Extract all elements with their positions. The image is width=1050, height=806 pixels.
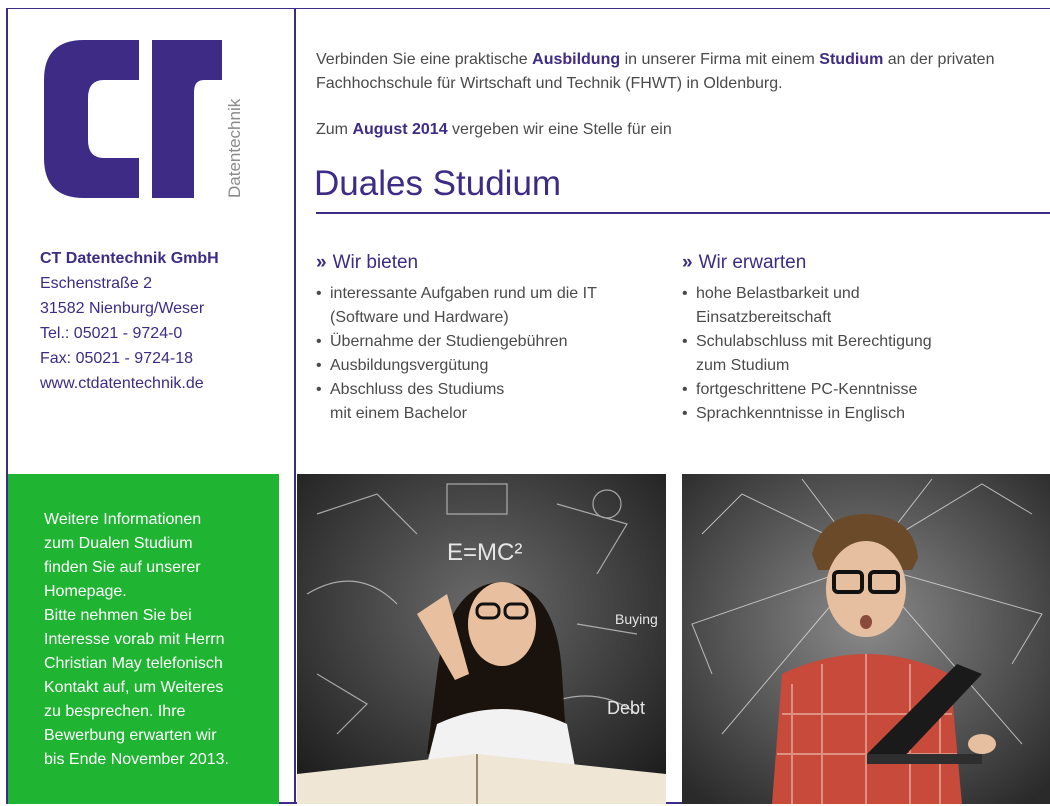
- list-item-text: Schulabschluss mit Berechtigung: [696, 333, 932, 350]
- intro-text: Verbinden Sie eine praktische: [316, 51, 533, 68]
- logo-subtitle: Datentechnik: [225, 98, 244, 198]
- address-city: 31582 Nienburg/Weser: [40, 300, 205, 317]
- expect-section: »Wir erwarten hohe Belastbarkeit und Eins…: [682, 250, 1032, 426]
- expect-list: hohe Belastbarkeit und Einsatzbereitschaf…: [682, 282, 1032, 426]
- list-item-text: Übernahme der Studiengebühren: [330, 333, 568, 350]
- chalk-formula: E=MC²: [447, 539, 522, 566]
- fax: Fax: 05021 - 9724-18: [40, 350, 193, 367]
- list-item: Sprachkenntnisse in Englisch: [682, 402, 1032, 426]
- info-line: zu besprechen. Ihre: [44, 703, 186, 720]
- list-item: hohe Belastbarkeit und Einsatzbereitschaf…: [682, 282, 1032, 330]
- website-link[interactable]: www.ctdatentechnik.de: [40, 371, 219, 396]
- info-line: Kontakt auf, um Weiteres: [44, 679, 224, 696]
- info-line: bis Ende November 2013.: [44, 751, 229, 768]
- info-line: zum Dualen Studium: [44, 535, 193, 552]
- info-line: Bitte nehmen Sie bei: [44, 607, 192, 624]
- info-line: Interesse vorab mit Herrn: [44, 631, 225, 648]
- chalk-word: Debt: [607, 698, 645, 718]
- list-item-text: Einsatzbereitschaft: [696, 309, 832, 326]
- start-date: August 2014: [352, 121, 448, 138]
- address-street: Eschenstraße 2: [40, 275, 153, 292]
- offer-title: Wir bieten: [332, 252, 419, 273]
- intro-text: vergeben wir eine Stelle für ein: [447, 121, 672, 138]
- offer-heading: » Wir bieten: [316, 250, 666, 276]
- intro-paragraph: Verbinden Sie eine praktische Ausbildung…: [316, 48, 1036, 96]
- photo-student-woman: E=MC² Debt Buying: [297, 474, 666, 804]
- chevron-icon: »: [316, 252, 327, 273]
- company-address: CT Datentechnik GmbH Eschenstraße 2 3158…: [40, 246, 219, 396]
- info-line: Christian May telefonisch: [44, 655, 223, 672]
- list-item: Übernahme der Studiengebühren: [316, 330, 666, 354]
- info-line: Bewerbung erwarten wir: [44, 727, 217, 744]
- intro-highlight: Ausbildung: [532, 51, 621, 68]
- page-title: Duales Studium: [314, 164, 562, 203]
- phone: Tel.: 05021 - 9724-0: [40, 325, 183, 342]
- company-logo: Datentechnik: [44, 40, 244, 200]
- list-item: Ausbildungsvergütung: [316, 354, 666, 378]
- list-item-text: fortgeschrittene PC-Kenntnisse: [696, 381, 918, 398]
- vertical-divider: [294, 8, 296, 804]
- list-item: Abschluss des Studiums mit einem Bachelor: [316, 378, 666, 426]
- list-item-text: Abschluss des Studiums: [330, 381, 505, 398]
- info-line: finden Sie auf unserer: [44, 559, 201, 576]
- list-item-text: mit einem Bachelor: [330, 405, 467, 422]
- list-item-text: hohe Belastbarkeit und: [696, 285, 860, 302]
- title-rule: [316, 212, 1050, 214]
- info-box: Weitere Informationen zum Dualen Studium…: [8, 474, 279, 804]
- list-item: interessante Aufgaben rund um die IT (Sof…: [316, 282, 666, 330]
- photo-student-man: [682, 474, 1050, 804]
- list-item: Schulabschluss mit Berechtigung zum Studi…: [682, 330, 1032, 378]
- list-item: fortgeschrittene PC-Kenntnisse: [682, 378, 1032, 402]
- list-item-text: (Software und Hardware): [330, 309, 509, 326]
- intro-date-paragraph: Zum August 2014 vergeben wir eine Stelle…: [316, 118, 672, 142]
- company-name: CT Datentechnik GmbH: [40, 250, 219, 267]
- chevron-icon: »: [682, 252, 693, 273]
- list-item-text: zum Studium: [696, 357, 790, 374]
- intro-highlight: Studium: [819, 51, 884, 68]
- chalk-word: Buying: [615, 611, 658, 627]
- expect-title: Wir erwarten: [698, 252, 807, 273]
- info-text: Weitere Informationen zum Dualen Studium…: [44, 508, 274, 772]
- intro-text: Zum: [316, 121, 353, 138]
- info-line: Weitere Informationen: [44, 511, 202, 528]
- offer-section: »Wir bieten interessante Aufgaben rund u…: [316, 250, 666, 426]
- intro-text: in unserer Firma mit einem: [620, 51, 820, 68]
- list-item-text: interessante Aufgaben rund um die IT: [330, 285, 597, 302]
- info-line: Homepage.: [44, 583, 127, 600]
- offer-list: interessante Aufgaben rund um die IT (Sof…: [316, 282, 666, 426]
- list-item-text: Ausbildungsvergütung: [330, 357, 489, 374]
- logo-t-shape: [152, 40, 222, 198]
- expect-heading: » Wir erwarten: [682, 250, 1032, 276]
- list-item-text: Sprachkenntnisse in Englisch: [696, 405, 906, 422]
- logo-c-shape: [44, 40, 139, 198]
